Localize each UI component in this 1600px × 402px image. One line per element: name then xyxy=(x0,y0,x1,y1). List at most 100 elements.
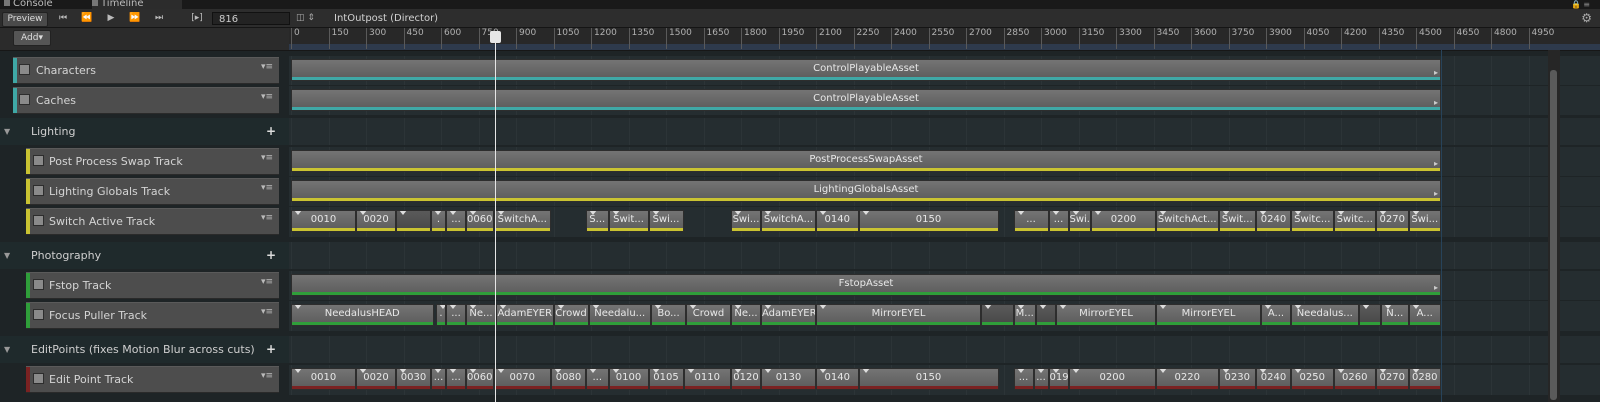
timeline-clip[interactable]: FstopAsset ▸ xyxy=(291,274,1441,296)
timeline-clip[interactable]: MirrorEYEL xyxy=(1056,304,1156,326)
timeline-clip[interactable]: 0080 xyxy=(551,368,586,390)
timeline-clip[interactable]: 0260 xyxy=(1333,368,1376,390)
timeline-clip[interactable]: ... xyxy=(1013,368,1034,390)
timeline-clip[interactable]: 0250 xyxy=(1291,368,1334,390)
lane-lighting-globals[interactable]: LightingGlobalsAsset ▸ xyxy=(289,177,1600,206)
add-to-group-icon[interactable]: + xyxy=(266,118,276,145)
add-to-group-icon[interactable]: + xyxy=(266,242,276,269)
timeline-clip[interactable]: NeedalusHEAD xyxy=(291,304,434,326)
timeline-clip[interactable]: 0140 xyxy=(816,210,859,232)
track-menu-icon[interactable]: ▾≡ xyxy=(261,371,273,381)
timeline-clip[interactable] xyxy=(1358,304,1381,326)
track-header-lighting-globals[interactable]: Lighting Globals Track ▾≡ xyxy=(26,178,279,205)
timeline-clip[interactable]: Swi... xyxy=(1408,210,1441,232)
timeline-clip[interactable]: 0200 xyxy=(1091,210,1156,232)
lane-characters[interactable]: ControlPlayableAsset ▸ xyxy=(289,56,1600,85)
timeline-clip[interactable]: Bo... xyxy=(651,304,686,326)
timeline-clip[interactable]: A... xyxy=(1261,304,1291,326)
timeline-clip[interactable]: 0240 xyxy=(1256,368,1291,390)
next-frame-icon[interactable]: ⏩ xyxy=(124,12,146,25)
timeline-clip[interactable]: 0010 xyxy=(291,368,356,390)
timeline-clip[interactable]: . xyxy=(436,304,446,326)
timeline-clip[interactable]: 0060 xyxy=(466,368,494,390)
timeline-clip[interactable]: SwitchA... xyxy=(493,210,551,232)
collapse-arrow-icon[interactable]: ▼ xyxy=(4,127,10,136)
lane-edit-point[interactable]: 0010 0020 0030...... 0060 0070 0080... 0100 010… xyxy=(289,365,1600,395)
lane-post-process[interactable]: PostProcessSwapAsset ▸ xyxy=(289,147,1600,176)
lane-caches[interactable]: ControlPlayableAsset ▸ xyxy=(289,86,1600,115)
timeline-clip[interactable]: ControlPlayableAsset ▸ xyxy=(291,59,1441,81)
timeline-clip[interactable]: Swit... xyxy=(1218,210,1256,232)
timeline-clip[interactable]: Needalus... xyxy=(1291,304,1359,326)
play-range-icon[interactable]: [▸] xyxy=(186,12,208,25)
timeline-clip[interactable]: Swi... xyxy=(648,210,684,232)
current-frame-field[interactable]: 816 xyxy=(212,12,290,25)
track-header-edit-point[interactable]: Edit Point Track ▾≡ xyxy=(26,366,279,393)
timeline-clip[interactable]: 0200 xyxy=(1068,368,1156,390)
timeline-clip[interactable]: 0190 xyxy=(1048,368,1069,390)
playhead-handle[interactable] xyxy=(490,31,501,43)
collapse-arrow-icon[interactable]: ▼ xyxy=(4,251,10,260)
timeline-clip[interactable]: ... xyxy=(586,368,609,390)
timeline-clip[interactable]: ... xyxy=(1033,368,1049,390)
track-menu-icon[interactable]: ▾≡ xyxy=(261,153,273,163)
track-header-characters[interactable]: Characters ▾≡ xyxy=(13,57,279,84)
add-to-group-icon[interactable]: + xyxy=(266,336,276,363)
timeline-clip[interactable]: 0070 xyxy=(493,368,551,390)
lane-fstop[interactable]: FstopAsset ▸ xyxy=(289,271,1600,300)
play-icon[interactable]: ▶ xyxy=(100,12,122,25)
track-header-caches[interactable]: Caches ▾≡ xyxy=(13,87,279,114)
timeline-clip[interactable]: ... xyxy=(446,210,466,232)
director-picker-icon[interactable]: ◫ ⇕ xyxy=(296,12,315,25)
timeline-clip[interactable]: SwitchAct... xyxy=(1156,210,1219,232)
timeline-clip[interactable]: SwitchA... xyxy=(761,210,816,232)
timeline-clip[interactable]: Switc... xyxy=(1291,210,1334,232)
track-header-switch-active[interactable]: Switch Active Track ▾≡ xyxy=(26,208,279,235)
lane-switch-active[interactable]: 0010 0020.... 0060 SwitchA... S... Swit... Swi… xyxy=(289,207,1600,237)
track-menu-icon[interactable]: ▾≡ xyxy=(261,62,273,72)
timeline-clip[interactable]: ... xyxy=(431,368,446,390)
timeline-clip[interactable]: Ne... xyxy=(466,304,496,326)
timeline-clip[interactable] xyxy=(981,304,1014,326)
timeline-clip[interactable]: 0010 xyxy=(291,210,356,232)
timeline-clip[interactable]: ... xyxy=(446,304,466,326)
track-menu-icon[interactable]: ▾≡ xyxy=(261,277,273,287)
timeline-clip[interactable]: ... xyxy=(1048,210,1069,232)
add-track-button[interactable]: Add▾ xyxy=(13,30,51,46)
timeline-clip[interactable]: MirrorEYEL xyxy=(1156,304,1261,326)
timeline-clip[interactable]: Crowd xyxy=(686,304,731,326)
group-header-photography[interactable]: ▼ Photography + xyxy=(0,242,289,269)
timeline-clip[interactable]: ControlPlayableAsset ▸ xyxy=(291,89,1441,111)
window-controls[interactable]: 🔒≡ xyxy=(1571,0,1592,9)
go-to-end-icon[interactable]: ⏭ xyxy=(148,12,170,25)
timeline-clip[interactable]: 0270 xyxy=(1376,368,1409,390)
track-header-post-process-swap[interactable]: Post Process Swap Track ▾≡ xyxy=(26,148,279,175)
timeline-clip[interactable]: 0120 xyxy=(731,368,761,390)
timeline-clip[interactable]: MirrorEYEL xyxy=(816,304,981,326)
track-menu-icon[interactable]: ▾≡ xyxy=(261,183,273,193)
timeline-clip[interactable]: 0280 xyxy=(1408,368,1441,390)
previous-frame-icon[interactable]: ⏪ xyxy=(76,12,98,25)
timeline-clip[interactable]: 0150 xyxy=(858,210,999,232)
timeline-clip[interactable]: ... xyxy=(1013,210,1049,232)
go-to-start-icon[interactable]: ⏮ xyxy=(52,12,74,25)
timeline-clip[interactable]: 0130 xyxy=(761,368,816,390)
timeline-clip[interactable]: 0230 xyxy=(1218,368,1256,390)
timeline-clip[interactable]: 0030 xyxy=(396,368,431,390)
timeline-clip[interactable]: Needalu... xyxy=(588,304,651,326)
track-header-focus-puller[interactable]: Focus Puller Track ▾≡ xyxy=(26,302,279,329)
timeline-clip[interactable]: 0150 xyxy=(858,368,999,390)
timeline-clip[interactable]: 0140 xyxy=(816,368,859,390)
timeline-clip[interactable]: M... xyxy=(1013,304,1036,326)
group-header-editpoints[interactable]: ▼ EditPoints (fixes Motion Blur across c… xyxy=(0,336,289,363)
timeline-clip[interactable]: Swit... xyxy=(608,210,649,232)
timeline-clip[interactable]: 0270 xyxy=(1376,210,1409,232)
timeline-clip[interactable]: 0060 xyxy=(466,210,494,232)
timeline-clip[interactable]: LightingGlobalsAsset ▸ xyxy=(291,180,1441,202)
timeline-clip[interactable]: 0240 xyxy=(1256,210,1291,232)
timeline-clip[interactable]: 0020 xyxy=(356,210,396,232)
scrollbar-thumb[interactable] xyxy=(1550,70,1557,400)
track-menu-icon[interactable]: ▾≡ xyxy=(261,307,273,317)
timeline-clip[interactable]: 0105 xyxy=(648,368,684,390)
timeline-clip[interactable]: 0020 xyxy=(356,368,396,390)
